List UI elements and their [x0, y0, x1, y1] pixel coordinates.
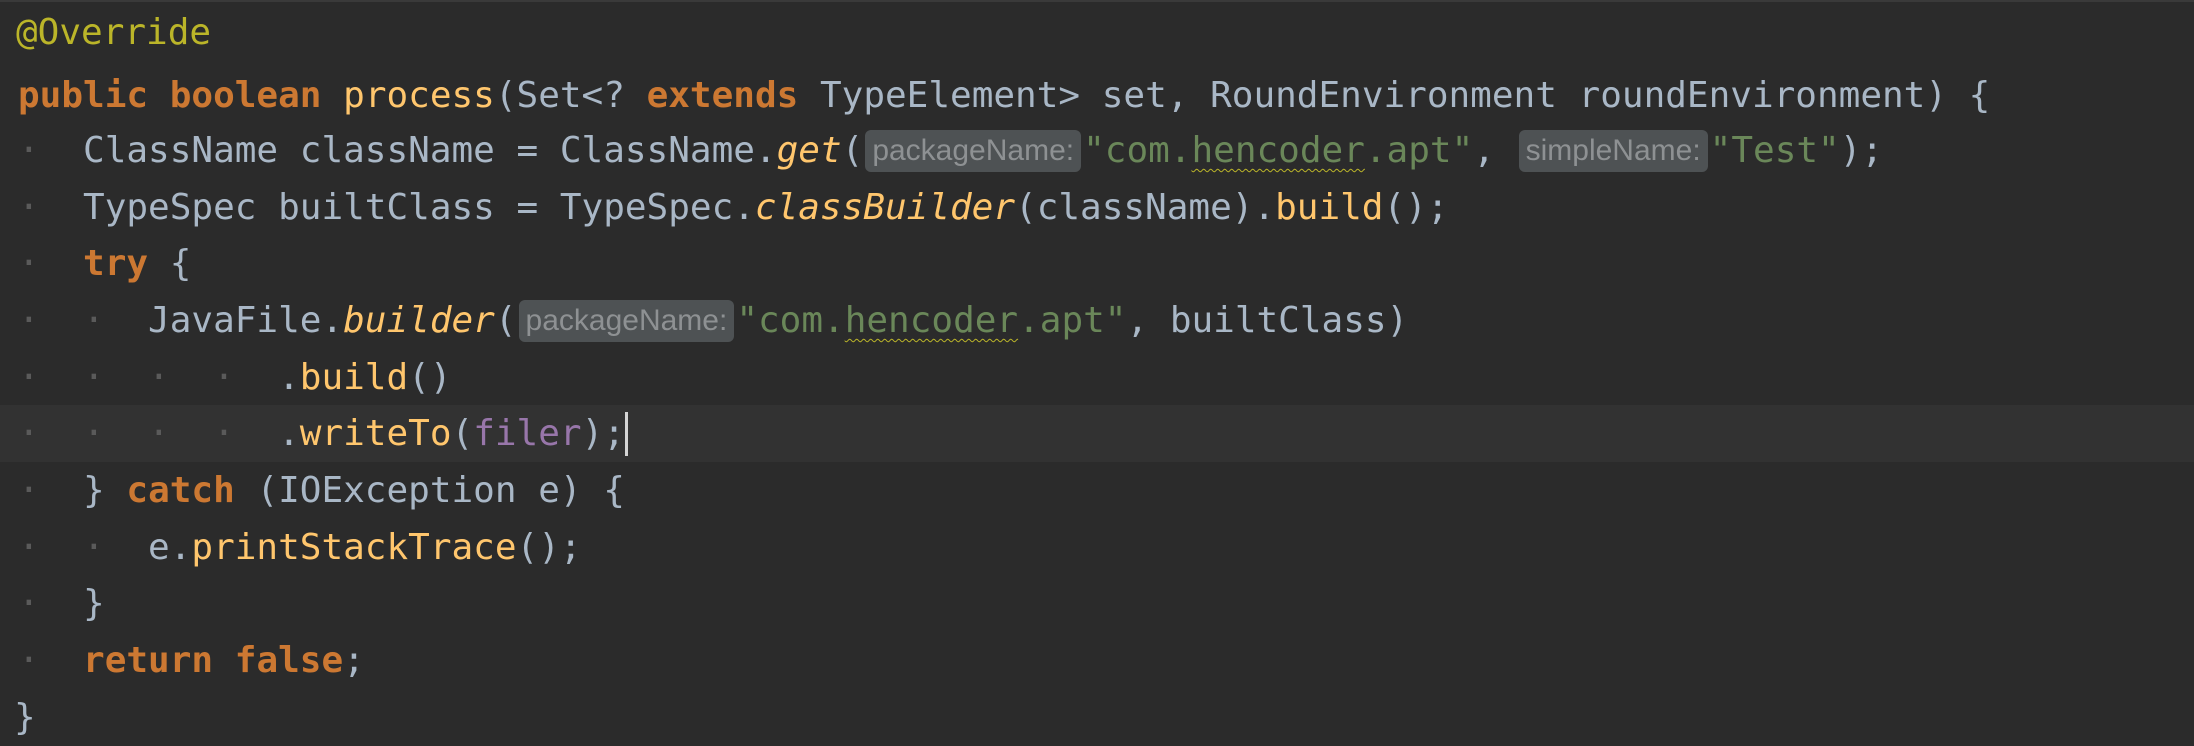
code-line-5[interactable]: · try { [0, 235, 2194, 292]
method-get: get [776, 130, 842, 171]
builder-args-end: , builtClass) [1126, 300, 1409, 341]
typespec-decl: TypeSpec builtClass = TypeSpec. [83, 187, 755, 228]
close-brace: } [83, 470, 127, 511]
statement-end: (); [1383, 187, 1449, 228]
statement-end: ); [1839, 130, 1884, 171]
string-package-typo: hencoder [1191, 130, 1365, 171]
method-printstacktrace: printStackTrace [191, 527, 517, 568]
string-package-typo: hencoder [844, 300, 1019, 341]
code-line-10[interactable]: · · e. printStackTrace (); [0, 519, 2194, 576]
close-brace: } [83, 583, 105, 624]
code-line-3[interactable]: · ClassName className = ClassName. get(pa… [0, 122, 2194, 179]
method-build: build [299, 357, 409, 398]
classbuilder-args: (className). [1015, 187, 1276, 228]
code-editor[interactable]: @Override public boolean process (Set<? e… [0, 0, 2194, 744]
dot: . [278, 413, 300, 454]
string-test: "Test" [1709, 130, 1840, 171]
keyword-return: return [83, 640, 214, 681]
code-line-13[interactable]: } [0, 689, 2194, 746]
method-writeto: writeTo [299, 413, 452, 454]
code-line-9[interactable]: · } catch (IOException e) { [0, 462, 2194, 519]
classname-decl: ClassName className = ClassName. [83, 130, 777, 171]
code-line-8-current[interactable]: · · · · . writeTo(filer); [0, 405, 2194, 462]
code-line-11[interactable]: · } [0, 575, 2194, 632]
params-rest: TypeElement> set, RoundEnvironment round… [798, 75, 1991, 116]
param-hint-packagename: packageName: [518, 299, 735, 342]
keyword-public: public [18, 75, 149, 116]
code-line-6[interactable]: · · JavaFile. builder(packageName: "com. he… [0, 292, 2194, 349]
code-line-12[interactable]: · return false; [0, 632, 2194, 689]
param-hint-packagename: packageName: [865, 129, 1082, 172]
string-package-close: .apt" [1364, 130, 1474, 171]
string-package-open: "com. [1083, 130, 1192, 171]
keyword-try: try [83, 243, 149, 284]
string-package-open: "com. [736, 300, 845, 341]
method-build: build [1275, 187, 1384, 228]
dot: . [278, 357, 300, 398]
paren-open: ( [841, 130, 864, 171]
paren-open: ( [451, 413, 474, 454]
semicolon: ; [343, 640, 365, 681]
keyword-extends: extends [646, 75, 799, 116]
call-parens: () [408, 357, 452, 398]
params-open: (Set<? [494, 75, 647, 116]
catch-clause: (IOException e) { [234, 470, 625, 511]
statement-end: (); [516, 527, 582, 568]
code-line-2[interactable]: public boolean process (Set<? extends Typ… [0, 67, 2194, 124]
code-line-7[interactable]: · · · · . build() [0, 349, 2194, 406]
try-brace: { [148, 243, 192, 284]
string-package-close: .apt" [1018, 300, 1127, 341]
param-hint-simplename: simpleName: [1518, 129, 1708, 172]
comma: , [1473, 130, 1517, 171]
method-builder: builder [343, 300, 495, 341]
code-line-4[interactable]: · TypeSpec builtClass = TypeSpec. classBu… [0, 179, 2194, 236]
keyword-false: false [234, 640, 344, 681]
exception-var: e. [148, 527, 192, 568]
method-name-process: process [343, 75, 495, 116]
override-annotation: @Override [16, 12, 212, 53]
code-line-1[interactable]: @Override [0, 4, 2194, 61]
field-filer: filer [473, 413, 582, 454]
statement-end: ); [581, 413, 625, 454]
close-brace: } [14, 697, 36, 738]
method-classbuilder: classBuilder [754, 187, 1016, 228]
paren-open: ( [494, 300, 517, 341]
javafile-ref: JavaFile. [148, 300, 344, 341]
text-caret [624, 411, 628, 456]
keyword-catch: catch [126, 470, 235, 511]
keyword-boolean: boolean [169, 75, 322, 116]
